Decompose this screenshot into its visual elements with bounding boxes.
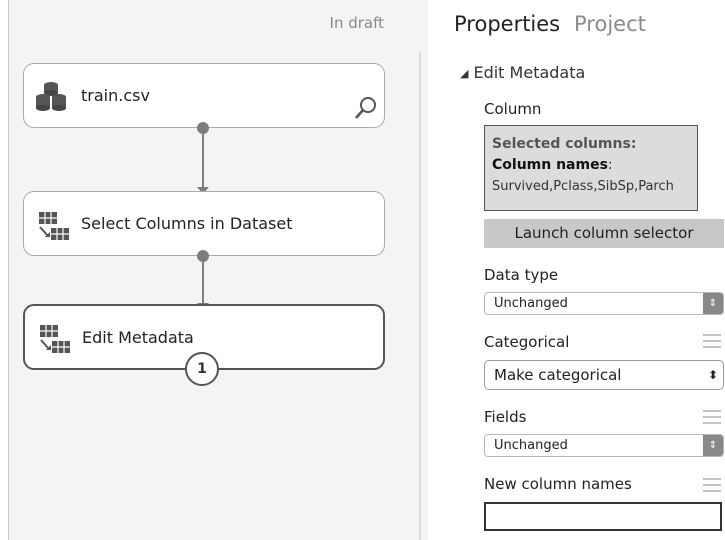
module-label: Select Columns in Dataset [81, 214, 293, 233]
data-type-value: Unchanged [494, 296, 568, 311]
new-column-names-label: New column names [484, 475, 632, 493]
column-label: Column [484, 100, 542, 118]
column-names-label: Column names [492, 157, 608, 173]
new-column-names-input[interactable] [484, 502, 722, 531]
column-names-value: Survived,Pclass,SibSp,Parch [492, 179, 674, 194]
connector-line [202, 132, 204, 188]
canvas-divider [419, 52, 421, 540]
categorical-value: Make categorical [494, 366, 622, 384]
module-label: Edit Metadata [82, 328, 194, 347]
fields-value: Unchanged [494, 438, 568, 453]
module-grid-icon [36, 210, 70, 246]
module-label: train.csv [81, 86, 150, 105]
selected-columns-box: Selected columns: Column names: Survived… [484, 125, 698, 211]
section-edit-metadata[interactable]: ◢ Edit Metadata [460, 63, 585, 82]
categorical-label: Categorical [484, 333, 570, 351]
properties-panel: Properties Project ◢ Edit Metadata Column… [429, 0, 725, 540]
draft-status: In draft [329, 14, 384, 32]
output-port-badge[interactable]: 1 [185, 352, 219, 386]
magnify-icon[interactable] [354, 95, 378, 125]
launch-column-selector-button[interactable]: Launch column selector [484, 219, 724, 248]
select-caret-icon: ⇕ [703, 293, 723, 314]
experiment-canvas[interactable]: In draft train.csv Select Columns in Dat… [8, 0, 428, 540]
categorical-select[interactable]: Make categorical ⬍ [484, 360, 724, 390]
select-caret-icon: ⬍ [707, 368, 719, 382]
connector-line [202, 260, 204, 305]
selected-columns-title: Selected columns: [492, 136, 637, 152]
data-type-select[interactable]: Unchanged ⇕ [484, 292, 724, 315]
module-grid-icon [37, 323, 71, 359]
fields-select[interactable]: Unchanged ⇕ [484, 434, 724, 457]
drag-handle-icon[interactable] [703, 334, 721, 352]
data-type-label: Data type [484, 266, 559, 284]
fields-label: Fields [484, 408, 527, 426]
module-train-csv[interactable]: train.csv [23, 63, 385, 128]
section-title: Edit Metadata [473, 63, 586, 82]
dataset-icon [36, 80, 66, 116]
column-names-separator: : [607, 157, 613, 173]
triangle-down-icon: ◢ [460, 67, 469, 80]
drag-handle-icon[interactable] [703, 478, 721, 496]
module-select-columns[interactable]: Select Columns in Dataset [23, 191, 385, 256]
tab-properties[interactable]: Properties [454, 12, 560, 36]
select-caret-icon: ⇕ [703, 435, 723, 456]
drag-handle-icon[interactable] [703, 410, 721, 428]
tab-project[interactable]: Project [574, 12, 646, 36]
